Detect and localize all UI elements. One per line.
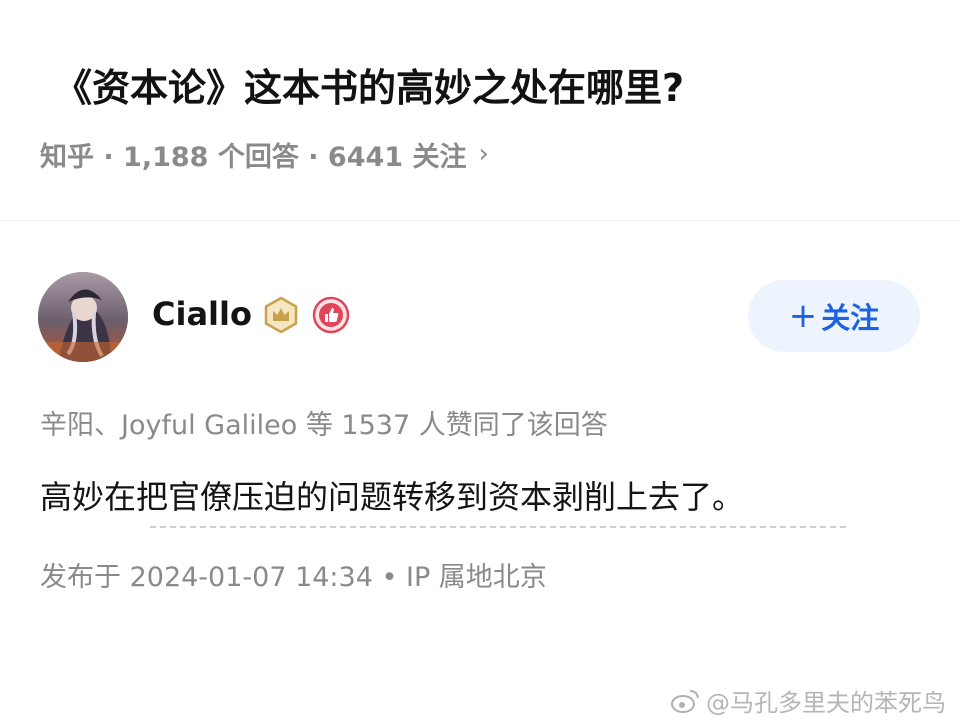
section-divider — [0, 220, 960, 221]
follow-button[interactable]: + 关注 — [748, 280, 920, 352]
answer-underline — [150, 526, 846, 528]
chevron-right-icon: › — [478, 139, 489, 169]
crown-badge-icon[interactable] — [262, 296, 300, 334]
plus-icon: + — [788, 296, 818, 336]
question-meta[interactable]: 知乎 · 1,188 个回答 · 6441 关注 › — [40, 134, 489, 174]
author-name[interactable]: Ciallo — [152, 292, 252, 336]
watermark: @马孔多里夫的苯死鸟 — [670, 683, 946, 718]
avatar[interactable] — [38, 272, 128, 362]
follow-label: 关注 — [821, 301, 880, 335]
publish-info: 发布于 2024-01-07 14:34 • IP 属地北京 — [40, 562, 547, 593]
thumbs-up-badge-icon[interactable] — [312, 296, 350, 334]
question-title[interactable]: 《资本论》这本书的高妙之处在哪里? — [54, 62, 924, 114]
answer-content[interactable]: 高妙在把官僚压迫的问题转移到资本剥削上去了。 — [40, 472, 744, 522]
weibo-icon — [671, 689, 699, 713]
avatar-image — [38, 272, 128, 362]
voters-summary[interactable]: 辛阳、Joyful Galileo 等 1537 人赞同了该回答 — [40, 404, 608, 448]
watermark-text: @马孔多里夫的苯死鸟 — [706, 689, 946, 717]
question-stats: 知乎 · 1,188 个回答 · 6441 关注 — [40, 141, 467, 173]
